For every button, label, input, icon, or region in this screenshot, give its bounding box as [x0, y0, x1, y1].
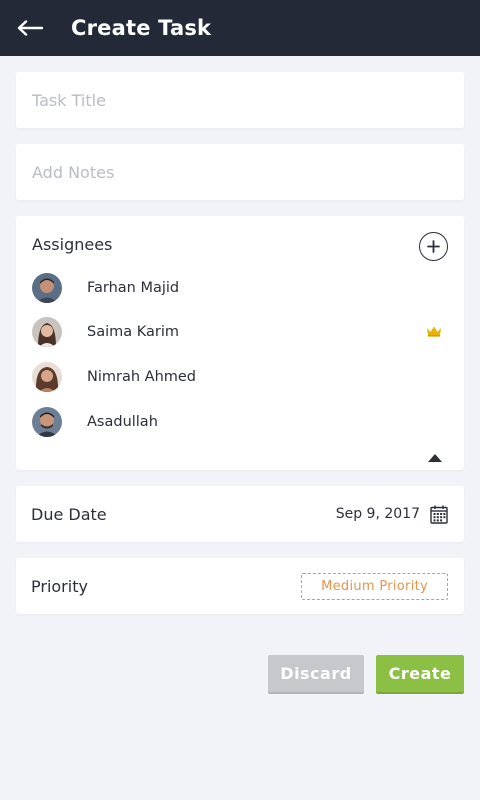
app-bar: Create Task [0, 0, 480, 56]
back-button[interactable] [0, 0, 60, 56]
assignee-name: Saima Karim [87, 324, 179, 340]
priority-selector[interactable]: Medium Priority [301, 572, 448, 600]
due-date-row[interactable]: Due Date Sep 9, 2017 [16, 486, 464, 542]
avatar [32, 362, 62, 392]
assignee-row[interactable]: Nimrah Ahmed [32, 362, 448, 392]
priority-label: Priority [31, 576, 88, 596]
crown-icon [427, 326, 441, 337]
plus-icon [427, 240, 440, 253]
caret-up-icon[interactable] [428, 453, 442, 462]
avatar [32, 407, 62, 437]
discard-button[interactable]: Discard [268, 655, 364, 692]
priority-row: Priority Medium Priority [16, 558, 464, 614]
arrow-left-icon [17, 20, 43, 36]
add-assignee-button[interactable] [419, 232, 448, 261]
assignees-label: Assignees [32, 235, 113, 254]
assignee-row[interactable]: Asadullah [32, 407, 448, 437]
task-title-card [16, 72, 464, 128]
assignee-name: Nimrah Ahmed [87, 369, 197, 385]
assignee-row[interactable]: Farhan Majid [32, 273, 448, 303]
notes-card [16, 144, 464, 200]
assignee-name: Asadullah [87, 414, 158, 430]
due-date-label: Due Date [31, 504, 107, 524]
due-date-value: Sep 9, 2017 [335, 506, 420, 522]
page-title: Create Task [71, 16, 212, 40]
notes-input[interactable] [32, 144, 464, 200]
assignee-row[interactable]: Saima Karim [32, 317, 448, 347]
create-button[interactable]: Create [376, 655, 464, 692]
task-title-input[interactable] [32, 72, 464, 128]
assignees-card: Assignees Farhan Majid Saima Karim Nimra… [16, 216, 464, 470]
avatar [32, 273, 62, 303]
calendar-icon[interactable] [430, 505, 448, 524]
avatar [32, 317, 62, 347]
assignee-name: Farhan Majid [87, 280, 180, 296]
